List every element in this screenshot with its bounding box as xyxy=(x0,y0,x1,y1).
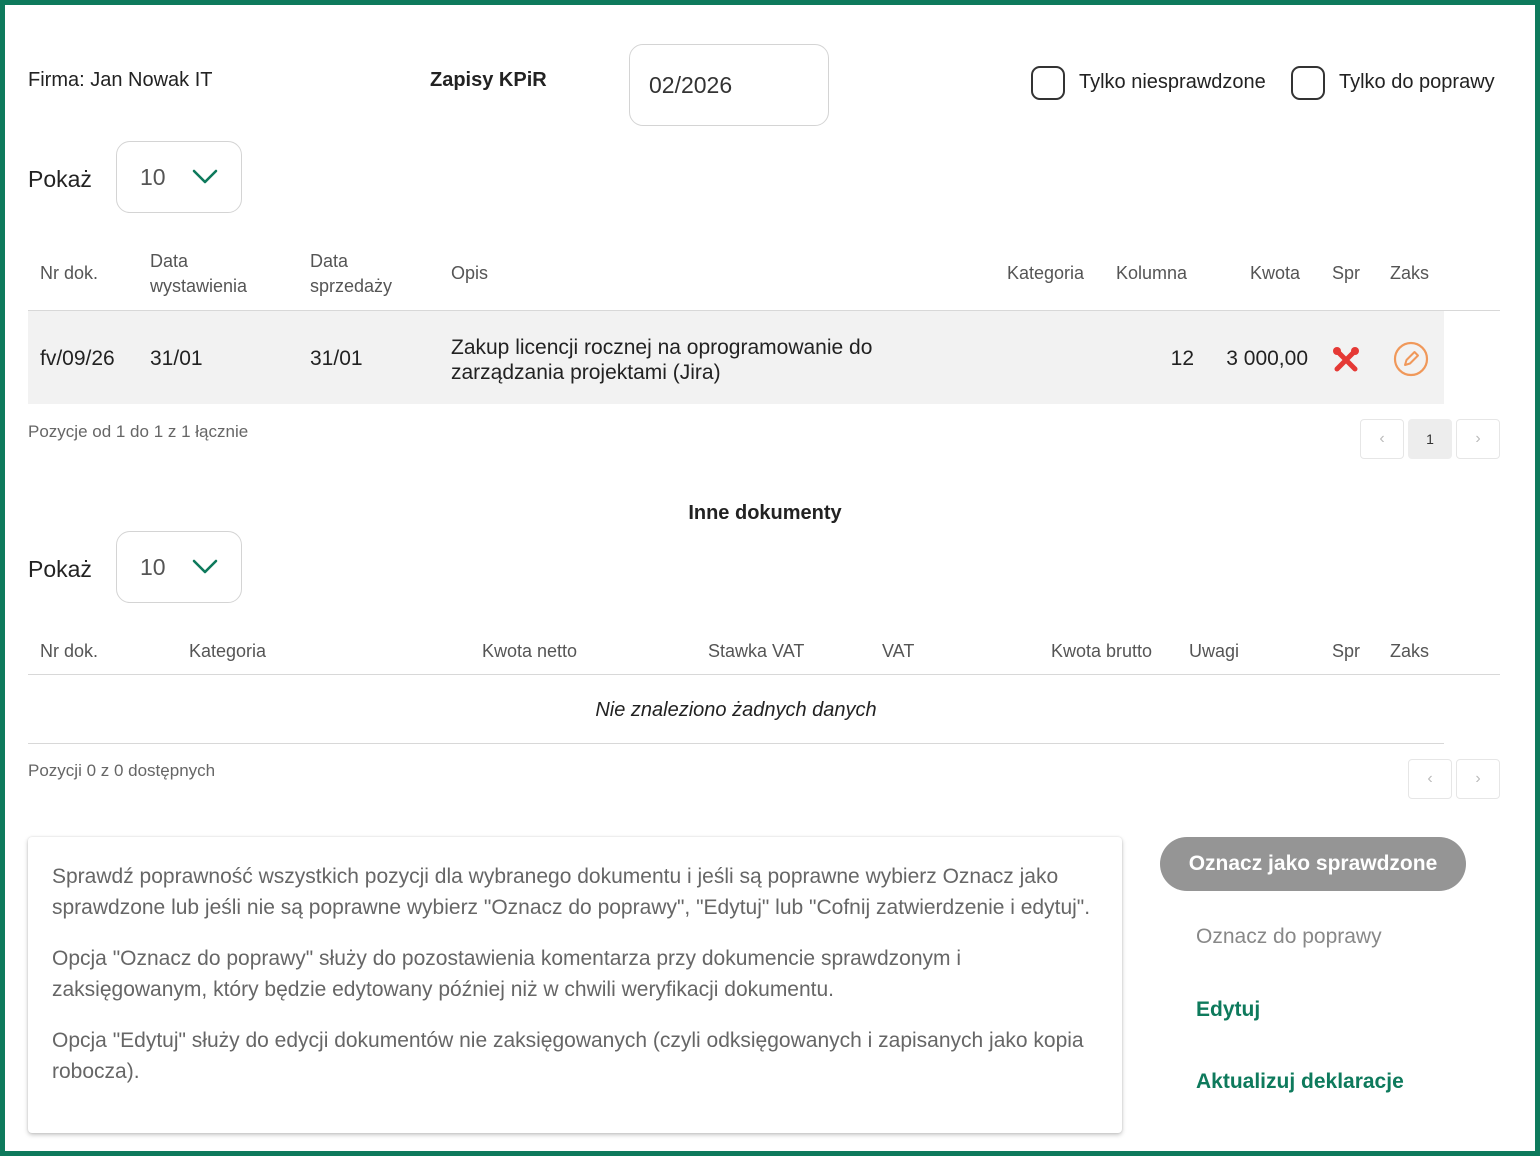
page-size-value-2: 10 xyxy=(140,553,166,580)
pencil-circle-icon[interactable] xyxy=(1393,341,1429,382)
next-page-button-2[interactable]: › xyxy=(1456,759,1500,799)
edit-button[interactable]: Edytuj xyxy=(1196,998,1260,1022)
other-docs-info: Pozycji 0 z 0 dostępnych xyxy=(28,761,216,780)
correction-only-label[interactable]: Tylko do poprawy xyxy=(1339,71,1495,94)
page-size-select[interactable]: 10 xyxy=(116,141,242,213)
col-amount[interactable]: Kwota xyxy=(1250,261,1300,286)
col-sale-date-line2: sprzedaży xyxy=(310,276,393,296)
row-nr: fv/09/26 xyxy=(40,347,115,370)
show-label: Pokaż xyxy=(28,166,92,192)
col-sale-date[interactable]: Data sprzedaży xyxy=(310,249,392,299)
prev-page-button-2[interactable]: ‹ xyxy=(1408,759,1452,799)
col-issue-date-line2: wystawienia xyxy=(150,276,248,296)
update-declarations-button[interactable]: Aktualizuj deklaracje xyxy=(1196,1070,1404,1094)
table-row[interactable]: fv/09/26 31/01 31/01 Zakup licencji rocz… xyxy=(28,311,1444,404)
row-issue-date: 31/01 xyxy=(150,347,203,370)
other-docs-title: Inne dokumenty xyxy=(688,502,842,524)
page-1-button[interactable]: 1 xyxy=(1408,419,1452,459)
page-size-select-2[interactable]: 10 xyxy=(116,531,242,603)
page-size-value: 10 xyxy=(140,163,166,190)
kpir-info: Pozycje od 1 do 1 z 1 łącznie xyxy=(28,422,249,441)
unchecked-only-label[interactable]: Tylko niesprawdzone xyxy=(1079,71,1266,94)
col-issue-date[interactable]: Data wystawienia xyxy=(150,249,247,299)
col2-net[interactable]: Kwota netto xyxy=(482,639,577,664)
col2-vat[interactable]: VAT xyxy=(882,639,914,664)
mark-checked-button[interactable]: Oznacz jako sprawdzone xyxy=(1160,837,1466,891)
row-desc: Zakup licencji rocznej na oprogramowanie… xyxy=(451,335,872,385)
page-title: Zapisy KPiR xyxy=(430,69,547,91)
col-booked[interactable]: Zaks xyxy=(1390,261,1429,286)
table-divider-2 xyxy=(28,674,1500,675)
col-category[interactable]: Kategoria xyxy=(1007,261,1084,286)
col-issue-date-line1: Data xyxy=(150,251,189,271)
period-value: 02/2026 xyxy=(649,71,733,98)
col-nr[interactable]: Nr dok. xyxy=(40,261,98,286)
help-text-2: Opcja "Oznacz do poprawy" służy do pozos… xyxy=(52,947,961,1001)
help-panel: Sprawdź poprawność wszystkich pozycji dl… xyxy=(28,837,1122,1133)
period-input[interactable]: 02/2026 xyxy=(629,44,829,126)
help-text-1: Sprawdź poprawność wszystkich pozycji dl… xyxy=(52,865,1091,919)
col-column[interactable]: Kolumna xyxy=(1116,261,1187,286)
tools-icon[interactable] xyxy=(1332,347,1360,378)
col2-nr[interactable]: Nr dok. xyxy=(40,639,98,664)
col-desc[interactable]: Opis xyxy=(451,261,488,286)
row-column: 12 xyxy=(1170,347,1194,370)
col2-gross[interactable]: Kwota brutto xyxy=(1051,639,1152,664)
row-amount: 3 000,00 xyxy=(1226,347,1308,370)
empty-message: Nie znaleziono żadnych danych xyxy=(595,699,877,721)
table-divider-3 xyxy=(28,743,1444,744)
col-sale-date-line1: Data xyxy=(310,251,349,271)
company-name: Firma: Jan Nowak IT xyxy=(28,69,213,91)
unchecked-only-checkbox[interactable] xyxy=(1031,66,1065,100)
prev-page-button[interactable]: ‹ xyxy=(1360,419,1404,459)
col-checked[interactable]: Spr xyxy=(1332,261,1360,286)
col2-notes[interactable]: Uwagi xyxy=(1189,639,1239,664)
col2-vat-rate[interactable]: Stawka VAT xyxy=(708,639,804,664)
next-page-button[interactable]: › xyxy=(1456,419,1500,459)
col2-booked[interactable]: Zaks xyxy=(1390,639,1429,664)
row-desc-line1: Zakup licencji rocznej na oprogramowanie… xyxy=(451,336,873,359)
col2-checked[interactable]: Spr xyxy=(1332,639,1360,664)
show-label-2: Pokaż xyxy=(28,556,92,582)
help-text-3: Opcja "Edytuj" służy do edycji dokumentó… xyxy=(52,1029,1084,1083)
chevron-down-icon xyxy=(192,164,218,191)
mark-correction-button[interactable]: Oznacz do poprawy xyxy=(1196,925,1382,949)
correction-only-checkbox[interactable] xyxy=(1291,66,1325,100)
chevron-down-icon xyxy=(192,554,218,581)
col2-category[interactable]: Kategoria xyxy=(189,639,266,664)
row-desc-line2: zarządzania projektami (Jira) xyxy=(451,361,721,384)
row-sale-date: 31/01 xyxy=(310,347,363,370)
